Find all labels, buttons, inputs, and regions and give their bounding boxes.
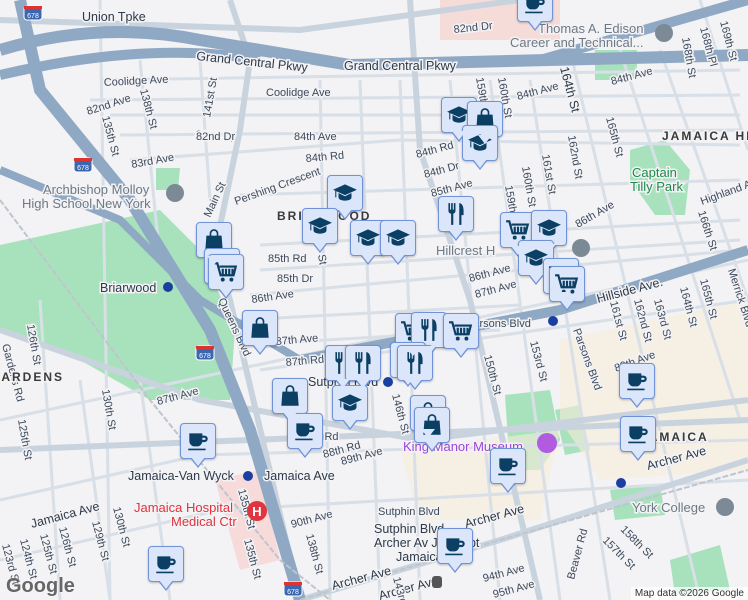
svg-text:124th St: 124th St — [17, 538, 39, 581]
svg-text:87th Ave: 87th Ave — [275, 332, 319, 348]
svg-text:Jamaica: Jamaica — [396, 550, 443, 564]
school-poi-icon — [166, 184, 184, 202]
svg-text:Thomas A. Edison: Thomas A. Edison — [538, 21, 644, 36]
svg-text:Sutphin Blvd: Sutphin Blvd — [378, 506, 440, 518]
svg-text:85th Dr: 85th Dr — [277, 273, 313, 285]
map-attribution[interactable]: Map data ©2026 Google — [630, 587, 748, 600]
svg-text:84th Dr: 84th Dr — [423, 160, 461, 181]
svg-text:678: 678 — [27, 13, 39, 20]
svg-text:Briarwood: Briarwood — [100, 281, 156, 295]
svg-text:87th Rd: 87th Rd — [285, 354, 324, 369]
school-icon — [338, 394, 362, 411]
school-marker[interactable] — [332, 385, 368, 430]
poi-york-college[interactable]: York College — [631, 498, 734, 517]
svg-text:166th St: 166th St — [695, 209, 719, 252]
coffee-icon — [627, 373, 647, 391]
food-icon — [355, 352, 371, 374]
svg-text:Coolidge Ave: Coolidge Ave — [266, 87, 331, 99]
svg-text:125th St: 125th St — [15, 418, 34, 460]
svg-text:Archbishop Molloy: Archbishop Molloy — [43, 182, 150, 197]
coffee-marker[interactable] — [517, 0, 553, 31]
svg-text:82nd Dr: 82nd Dr — [196, 131, 235, 143]
svg-text:678: 678 — [77, 165, 89, 172]
cart-icon — [449, 321, 473, 341]
coffee-marker[interactable] — [180, 423, 216, 468]
svg-text:Career and Technical...: Career and Technical... — [510, 35, 643, 50]
food-icon — [448, 203, 464, 225]
svg-text:Beaver Rd: Beaver Rd — [565, 527, 590, 580]
food-icon — [421, 319, 437, 341]
food-marker[interactable] — [345, 345, 381, 390]
svg-text:Captain: Captain — [632, 165, 677, 180]
svg-text:Pershing Crescent: Pershing Crescent — [233, 166, 322, 208]
map-canvas[interactable]: 678 678 678 678 Union Tpke Grand Central… — [0, 0, 748, 600]
svg-text:Jamaica Hospital: Jamaica Hospital — [134, 500, 233, 515]
bag-icon — [251, 317, 269, 338]
svg-text:678: 678 — [287, 589, 299, 596]
coffee-marker[interactable] — [619, 363, 655, 408]
museum-icon — [537, 433, 557, 453]
svg-text:St: St — [315, 253, 329, 265]
svg-text:Jamaica-Van Wyck: Jamaica-Van Wyck — [128, 469, 235, 483]
school-marker[interactable] — [380, 220, 416, 265]
school-poi-icon — [572, 239, 590, 257]
cart-marker[interactable] — [443, 313, 479, 358]
neighborhood-label: JAMAICA HILLS — [662, 129, 748, 143]
svg-text:H: H — [252, 504, 261, 519]
coffee-icon — [498, 458, 518, 476]
coffee-icon — [445, 538, 465, 556]
svg-text:84th Ave: 84th Ave — [294, 131, 337, 143]
bag-icon — [281, 385, 299, 406]
coffee-icon — [628, 426, 648, 444]
coffee-icon — [188, 433, 208, 451]
school-marker[interactable] — [302, 208, 338, 253]
poi-captain-tilly-park[interactable]: Captain Tilly Park — [629, 164, 685, 196]
svg-text:Tilly Park: Tilly Park — [630, 179, 683, 194]
food-marker[interactable] — [438, 196, 474, 241]
svg-text:146th St: 146th St — [389, 393, 411, 436]
svg-text:161st St: 161st St — [539, 153, 558, 195]
svg-text:Medical Ctr: Medical Ctr — [171, 514, 237, 529]
highway-shield: 678 — [23, 5, 43, 21]
coffee-icon — [295, 423, 315, 441]
school-poi-icon — [655, 24, 673, 42]
school-icon — [537, 219, 561, 236]
svg-text:138th St: 138th St — [303, 533, 325, 576]
highway-shield: 678 — [195, 345, 215, 361]
svg-text:84th Ave: 84th Ave — [516, 80, 560, 103]
neighborhood-label: GARDENS — [0, 370, 64, 384]
bag-marker[interactable] — [272, 378, 308, 423]
svg-text:85th Rd: 85th Rd — [268, 253, 307, 265]
coffee-marker[interactable] — [437, 528, 473, 573]
bag-marker[interactable] — [242, 310, 278, 355]
coffee-marker[interactable] — [620, 416, 656, 461]
svg-text:Hillcrest H: Hillcrest H — [436, 243, 495, 258]
svg-text:138th St: 138th St — [137, 88, 159, 131]
svg-text:Union Tpke: Union Tpke — [82, 10, 146, 24]
svg-text:Jamaica Ave: Jamaica Ave — [264, 469, 335, 483]
school-icon — [333, 184, 357, 201]
coffee-icon — [156, 556, 176, 574]
school-icon — [386, 229, 410, 246]
coffee-marker[interactable] — [490, 448, 526, 493]
svg-text:Coolidge Ave: Coolidge Ave — [104, 74, 169, 89]
google-logo: Google — [6, 575, 75, 597]
school-marker[interactable] — [327, 175, 363, 220]
highway-shield: 678 — [283, 581, 303, 597]
svg-text:678: 678 — [199, 353, 211, 360]
school-poi-icon — [716, 498, 734, 516]
svg-text:Grand Central Pkwy: Grand Central Pkwy — [344, 59, 457, 73]
coffee-marker[interactable] — [148, 546, 184, 591]
highway-shield: 678 — [73, 157, 93, 173]
svg-text:165th St: 165th St — [603, 116, 625, 159]
svg-text:84th Rd: 84th Rd — [305, 150, 344, 165]
svg-text:130th St: 130th St — [110, 506, 132, 549]
train-icon — [432, 576, 442, 588]
svg-text:High School New York: High School New York — [22, 196, 151, 211]
school-icon — [308, 217, 332, 234]
svg-text:York College: York College — [632, 500, 705, 515]
coffee-icon — [525, 0, 545, 14]
school-icon — [356, 229, 380, 246]
svg-text:86th Ave: 86th Ave — [251, 288, 295, 306]
